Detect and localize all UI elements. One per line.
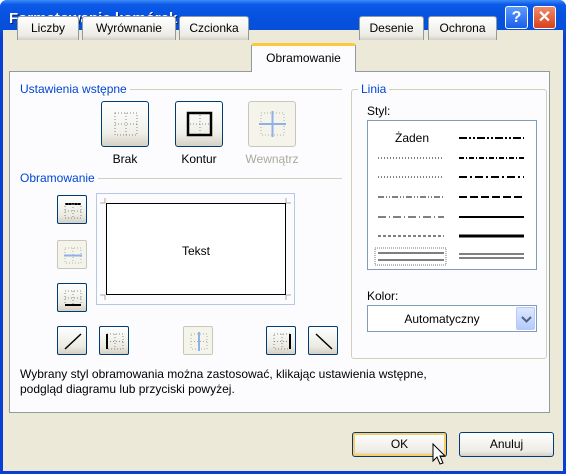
color-dropdown-button[interactable] <box>516 307 535 330</box>
border-top-icon <box>64 203 82 219</box>
border-diagonal-up-button[interactable] <box>57 326 87 355</box>
tab-obramowanie[interactable]: Obramowanie <box>251 43 356 72</box>
border-preview-box[interactable]: Tekst <box>106 203 286 295</box>
border-right-button[interactable] <box>266 326 296 355</box>
presets-group-title: Ustawienia wstępne <box>20 82 130 96</box>
border-top-button[interactable] <box>57 195 87 224</box>
preview-text: Tekst <box>181 244 210 258</box>
preset-outline-label: Kontur <box>181 152 217 166</box>
border-inside-horizontal-button[interactable] <box>57 240 87 269</box>
border-inside-vertical-button[interactable] <box>183 326 213 355</box>
preset-inside-button[interactable] <box>248 101 296 147</box>
diagonal-down-icon <box>315 333 333 350</box>
preset-none-button[interactable] <box>101 101 149 147</box>
tab-ochrona[interactable]: Ochrona <box>428 16 497 40</box>
preset-outline-icon <box>186 111 213 137</box>
mouse-cursor-icon <box>432 443 447 465</box>
color-select[interactable]: Automatyczny <box>367 305 537 332</box>
line-style-options[interactable] <box>368 121 538 271</box>
preset-inside-icon <box>259 111 286 137</box>
cancel-button[interactable]: Anuluj <box>459 432 554 457</box>
color-label: Kolor: <box>367 289 399 303</box>
style-label: Styl: <box>367 104 391 118</box>
border-bottom-button[interactable] <box>57 283 87 312</box>
close-button[interactable]: ✕ <box>533 6 556 29</box>
description-text: Wybrany styl obramowania można zastosowa… <box>20 367 427 396</box>
border-inside-vertical-icon <box>190 332 208 351</box>
diagonal-up-icon <box>64 333 82 350</box>
color-select-value: Automatyczny <box>404 312 480 326</box>
line-group-title: Linia <box>358 82 390 96</box>
border-left-icon <box>106 333 124 350</box>
tab-wyrownanie[interactable]: Wyrównanie <box>82 16 176 40</box>
border-diagonal-down-button[interactable] <box>308 326 338 355</box>
border-inside-horizontal-icon <box>64 247 82 264</box>
preset-inside-label: Wewnątrz <box>245 152 299 166</box>
chevron-down-icon <box>521 316 532 323</box>
tab-desenie[interactable]: Desenie <box>359 16 424 40</box>
tab-liczby[interactable]: Liczby <box>17 16 79 40</box>
border-left-button[interactable] <box>99 326 129 355</box>
preset-outline-button[interactable] <box>175 101 223 147</box>
tab-czcionka[interactable]: Czcionka <box>179 16 249 40</box>
preset-none-icon <box>114 112 138 136</box>
line-style-list[interactable]: Żaden <box>367 120 537 270</box>
help-button[interactable]: ? <box>505 6 528 29</box>
preset-none-label: Brak <box>112 152 138 166</box>
border-right-icon <box>273 333 291 350</box>
border-group-title: Obramowanie <box>20 171 98 185</box>
border-bottom-icon <box>64 290 82 306</box>
